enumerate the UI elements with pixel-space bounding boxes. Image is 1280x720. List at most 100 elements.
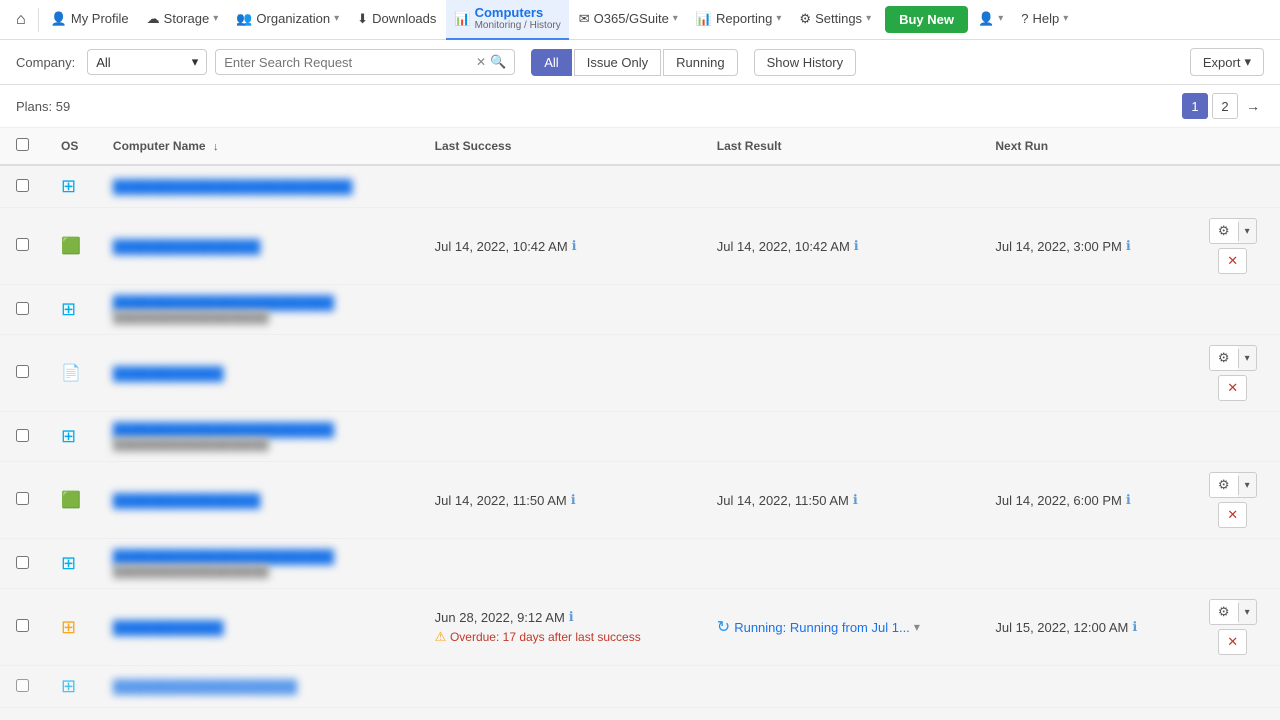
last-success-info-icon[interactable]: ℹ (572, 238, 577, 254)
row-3-checkbox[interactable] (16, 302, 29, 315)
row-1-computer-name[interactable]: ██████████████████████████ (113, 179, 403, 194)
row-2-action-group: ⚙ ▾ (1209, 218, 1257, 244)
row-6-checkbox[interactable] (16, 492, 29, 505)
row-6-success-info-icon[interactable]: ℹ (571, 492, 576, 508)
nav-downloads-label: Downloads (372, 11, 436, 26)
nav-my-profile[interactable]: 👤 My Profile (43, 0, 137, 40)
nav-storage[interactable]: ☁ Storage ▾ (139, 0, 227, 40)
page-1-button[interactable]: 1 (1182, 93, 1208, 119)
help-caret-icon: ▾ (1063, 13, 1068, 24)
buy-new-button[interactable]: Buy New (885, 6, 968, 33)
row-8-next-run-info-icon[interactable]: ℹ (1132, 619, 1137, 635)
home-button[interactable]: ⌂ (8, 11, 34, 29)
row-2-last-success: Jul 14, 2022, 10:42 AM ℹ (419, 208, 701, 285)
row-4-computer-name[interactable]: ████████████ (113, 366, 403, 381)
row-9-last-success (419, 666, 701, 708)
export-button[interactable]: Export ▾ (1190, 48, 1264, 76)
row-8-action-caret[interactable]: ▾ (1238, 603, 1256, 622)
row-6-computer-name[interactable]: ████████████████ (113, 493, 403, 508)
nav-help[interactable]: ? Help ▾ (1013, 0, 1076, 40)
windows-icon: ⊞ (61, 176, 76, 196)
table-row: 🟩 ████████████████ Jul 14, 2022, 10:42 A… (0, 208, 1280, 285)
row-9-checkbox[interactable] (16, 679, 29, 692)
storage-icon: ☁ (147, 11, 160, 27)
row-6-delete-button[interactable]: ✕ (1218, 502, 1247, 528)
row-4-gear-button[interactable]: ⚙ (1210, 346, 1238, 370)
row-2-delete-button[interactable]: ✕ (1218, 248, 1247, 274)
row-8-success-info-icon[interactable]: ℹ (569, 609, 574, 625)
org-icon: 👥 (236, 11, 252, 27)
running-expand-button[interactable]: ▾ (914, 620, 920, 634)
filter-running-button[interactable]: Running (663, 49, 737, 76)
next-run-info-icon[interactable]: ℹ (1126, 238, 1131, 254)
row-6-gear-button[interactable]: ⚙ (1210, 473, 1238, 497)
row-9-computer-name[interactable]: ████████████████████ (113, 679, 403, 694)
row-4-os: 📄 (45, 335, 97, 412)
row-2-action-caret[interactable]: ▾ (1238, 222, 1256, 241)
nav-downloads[interactable]: ⬇ Downloads (349, 0, 444, 40)
row-8-gear-button[interactable]: ⚙ (1210, 600, 1238, 624)
row-4-checkbox[interactable] (16, 365, 29, 378)
row-9-next-run (979, 666, 1185, 708)
row-2-gear-button[interactable]: ⚙ (1210, 219, 1238, 243)
row-4-delete-button[interactable]: ✕ (1218, 375, 1247, 401)
row-2-checkbox[interactable] (16, 238, 29, 251)
row-6-result-info-icon[interactable]: ℹ (853, 492, 858, 508)
row-8-delete-button[interactable]: ✕ (1218, 629, 1247, 655)
windows-icon: ⊞ (61, 426, 76, 446)
running-text: Running: Running from Jul 1... (734, 620, 910, 635)
show-history-button[interactable]: Show History (754, 49, 857, 76)
row-8-os: ⊞ (45, 589, 97, 666)
windows-icon: ⊞ (61, 676, 76, 696)
nav-reporting[interactable]: 📊 Reporting ▾ (688, 0, 790, 40)
nav-user[interactable]: 👤 ▾ (970, 0, 1011, 40)
row-9-checkbox-cell (0, 666, 45, 708)
main-table-container: OS Computer Name ↓ Last Success Last Res… (0, 128, 1280, 708)
search-clear-icon[interactable]: ✕ (476, 55, 486, 69)
row-3-computer-name[interactable]: ████████████████████████ (113, 295, 403, 310)
row-5-next-run (979, 412, 1185, 462)
computer-name-column-header[interactable]: Computer Name ↓ (97, 128, 419, 165)
last-result-info-icon[interactable]: ℹ (854, 238, 859, 254)
filter-issue-only-button[interactable]: Issue Only (574, 49, 661, 76)
table-row: ⊞ ████████████████████████ █████████████… (0, 539, 1280, 589)
reporting-caret-icon: ▾ (776, 13, 781, 24)
search-icon[interactable]: 🔍 (490, 54, 506, 70)
row-5-computer-name[interactable]: ████████████████████████ (113, 422, 403, 437)
row-8-checkbox-cell (0, 589, 45, 666)
server-icon: 🟩 (61, 238, 81, 255)
o365-caret-icon: ▾ (673, 13, 678, 24)
row-6-last-success: Jul 14, 2022, 11:50 AM ℹ (419, 462, 701, 539)
toolbar: Company: All ▾ ✕ 🔍 All Issue Only Runnin… (0, 40, 1280, 85)
nav-o365gsuite[interactable]: ✉ O365/GSuite ▾ (571, 0, 686, 40)
row-7-checkbox[interactable] (16, 556, 29, 569)
row-1-os: ⊞ (45, 165, 97, 208)
nav-computers[interactable]: 📊 Computers Monitoring / History (446, 0, 568, 40)
row-4-checkbox-cell (0, 335, 45, 412)
row-6-next-run-info-icon[interactable]: ℹ (1126, 492, 1131, 508)
row-4-action-caret[interactable]: ▾ (1238, 349, 1256, 368)
row-2-computer-name[interactable]: ████████████████ (113, 239, 403, 254)
row-1-checkbox[interactable] (16, 179, 29, 192)
row-2-checkbox-cell (0, 208, 45, 285)
row-7-computer-sub: ████████████████████ (113, 566, 403, 578)
nav-settings[interactable]: ⚙ Settings ▾ (791, 0, 879, 40)
row-4-action-group: ⚙ ▾ (1209, 345, 1257, 371)
row-6-action-caret[interactable]: ▾ (1238, 476, 1256, 495)
table-row: 📄 ████████████ ⚙ ▾ ✕ (0, 335, 1280, 412)
company-dropdown[interactable]: All ▾ (87, 49, 207, 75)
filter-all-button[interactable]: All (531, 49, 571, 76)
select-all-checkbox[interactable] (16, 138, 29, 151)
row-1-next-run (979, 165, 1185, 208)
nav-organization[interactable]: 👥 Organization ▾ (228, 0, 347, 40)
plans-bar: Plans: 59 1 2 → (0, 85, 1280, 128)
row-8-checkbox[interactable] (16, 619, 29, 632)
search-input[interactable] (224, 55, 472, 70)
page-2-button[interactable]: 2 (1212, 93, 1238, 119)
page-next-button[interactable]: → (1242, 98, 1264, 114)
row-8-computer-name[interactable]: ████████████ (113, 620, 403, 635)
computers-icon: 📊 (454, 11, 470, 27)
row-5-checkbox[interactable] (16, 429, 29, 442)
row-7-computer-name[interactable]: ████████████████████████ (113, 549, 403, 564)
navbar: ⌂ 👤 My Profile ☁ Storage ▾ 👥 Organizatio… (0, 0, 1280, 40)
